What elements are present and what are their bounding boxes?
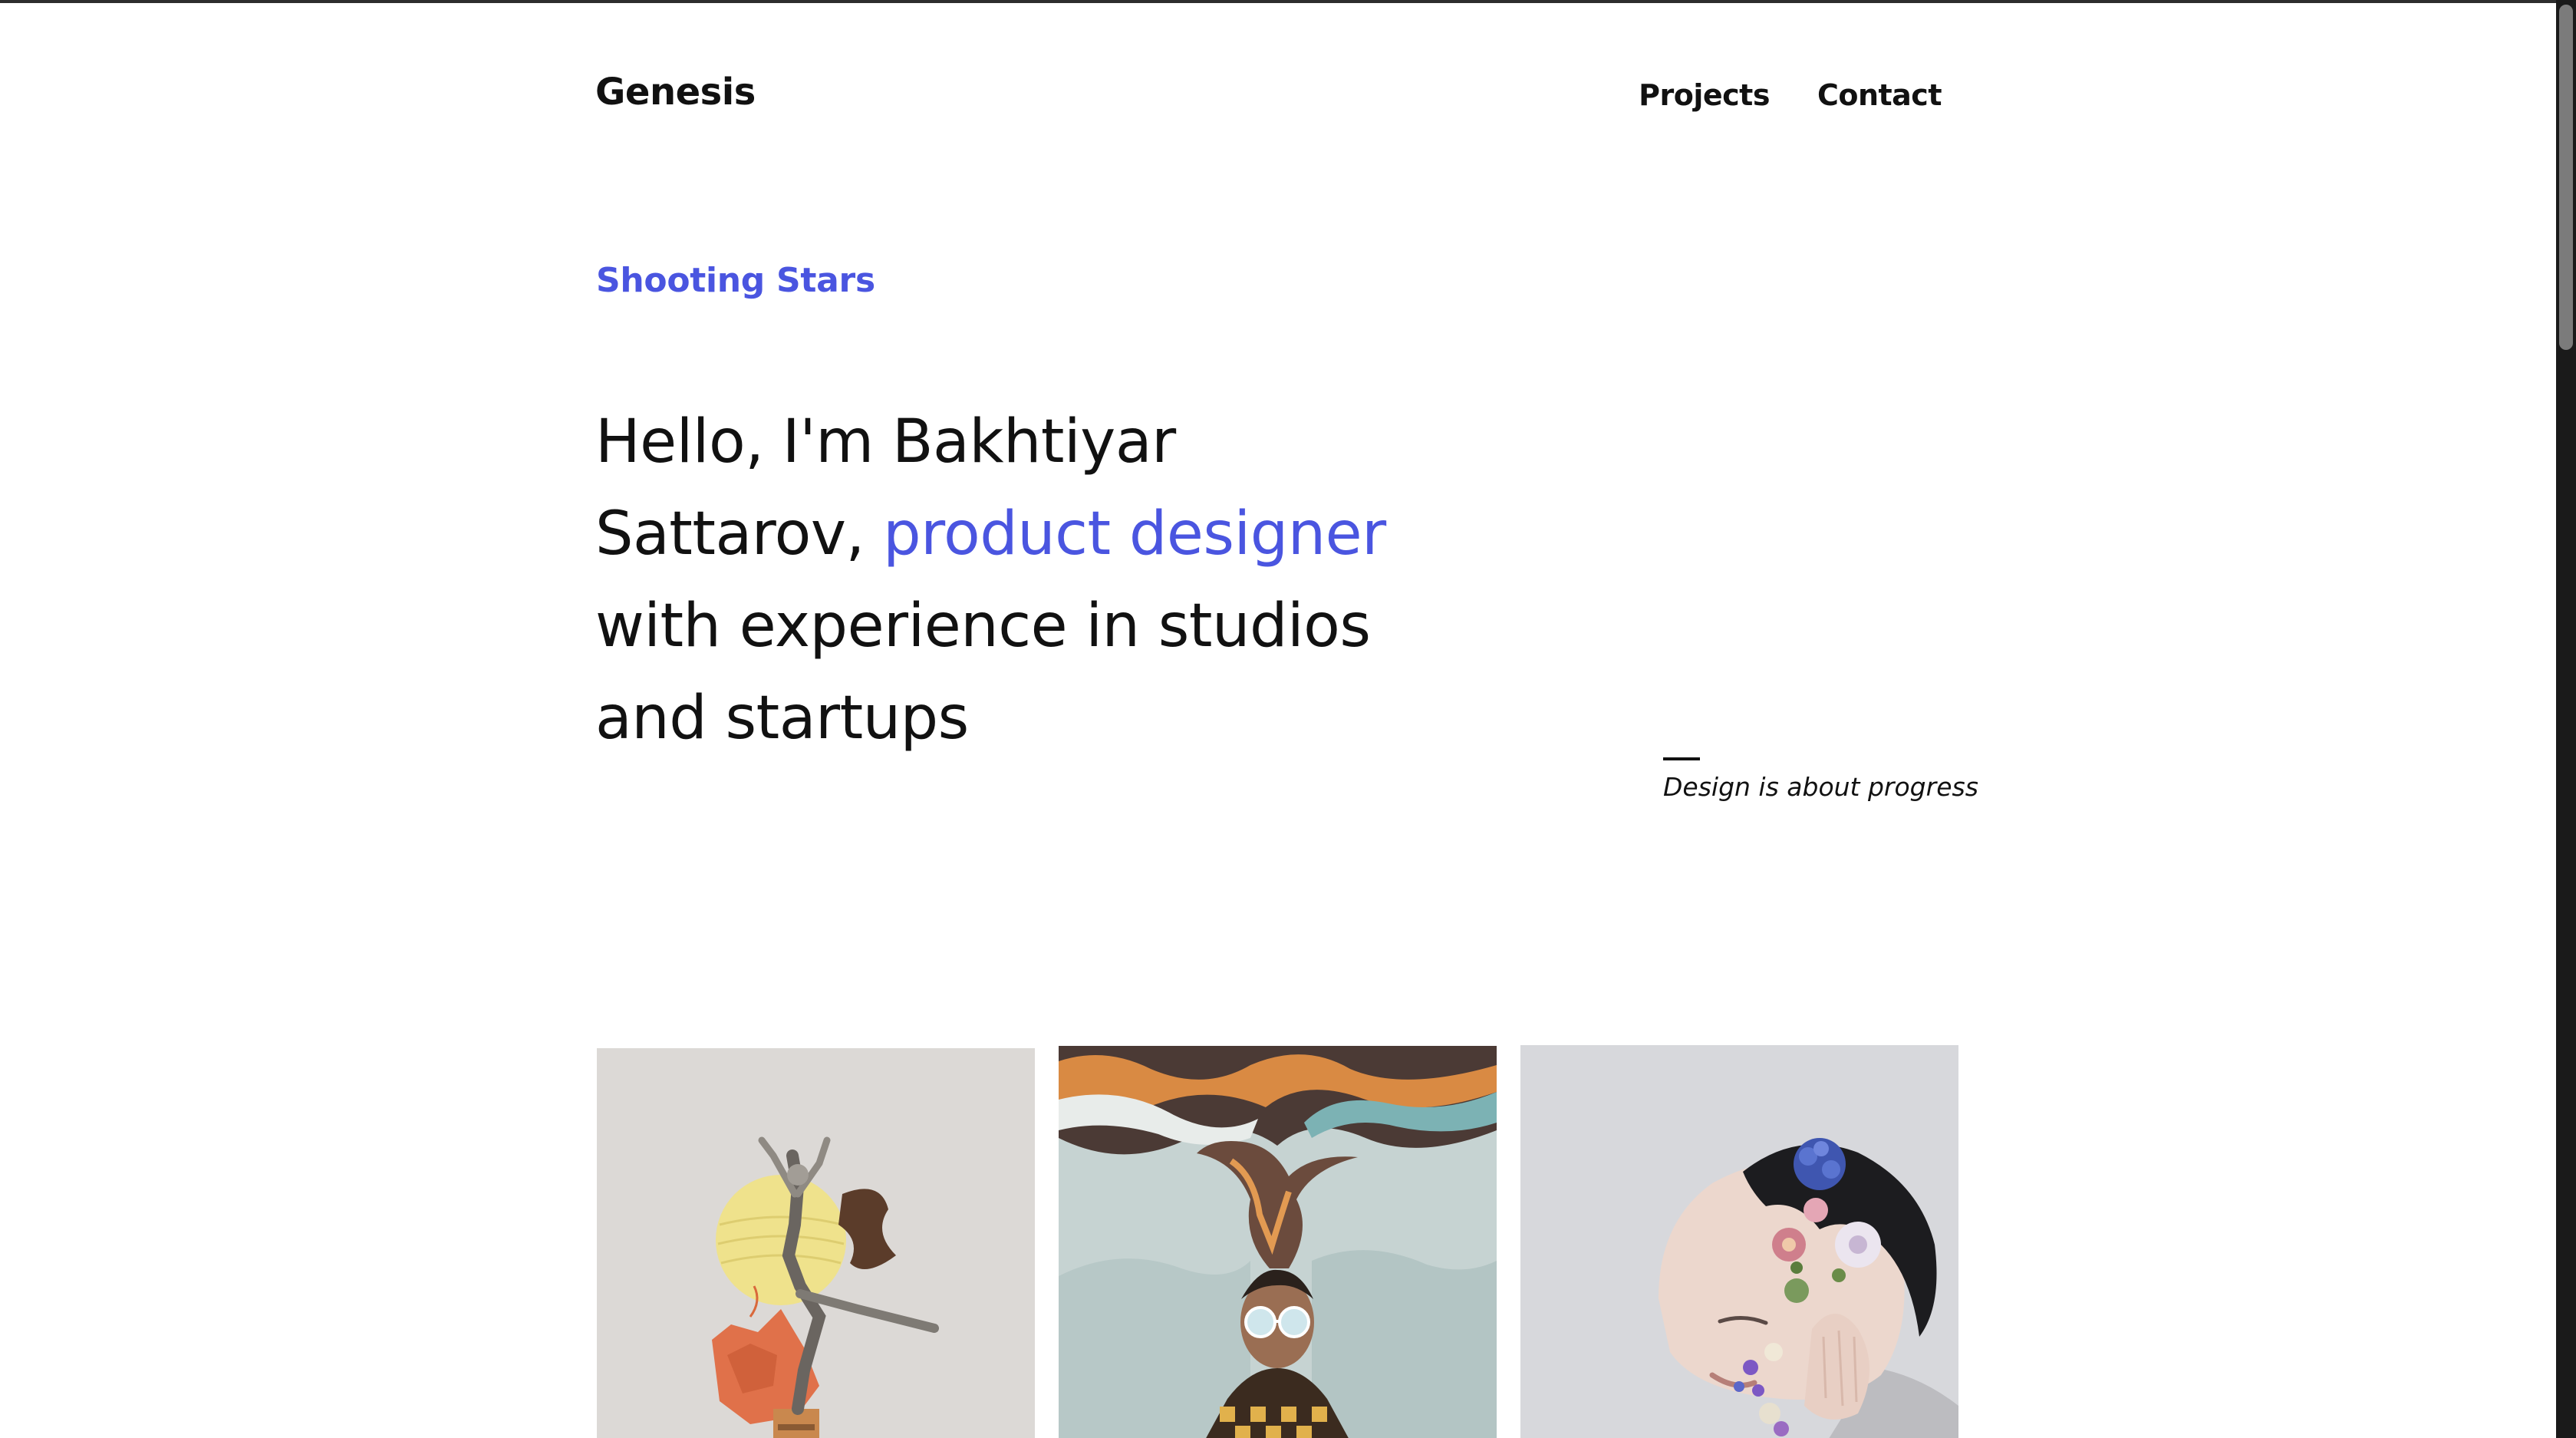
quote-text: Design is about progress [1663,772,1978,802]
smoke-head-illustration-image [1059,1046,1497,1438]
dancer-collage-image [597,1048,1035,1438]
hero-accent-text: product designer [883,500,1386,569]
site-logo[interactable]: Genesis [595,71,756,114]
hero-heading: Hello, I'm Bakhtiyar Sattarov, product d… [595,396,1408,764]
quote-divider [1663,757,1700,760]
project-tile-2[interactable] [1059,1046,1497,1438]
nav-projects-link[interactable]: Projects [1639,78,1770,112]
project-tile-3[interactable] [1520,1045,1958,1438]
main-nav: Projects Contact [1639,78,1942,112]
tagline: Shooting Stars [596,261,875,300]
hero-text-end: with experience in studios and startups [595,592,1371,753]
scrollbar-thumb[interactable] [2559,5,2573,350]
nav-contact-link[interactable]: Contact [1817,78,1942,112]
flower-face-portrait-image [1520,1045,1958,1438]
project-tile-1[interactable] [597,1048,1035,1438]
page: Genesis Projects Contact Shooting Stars … [0,3,2556,1438]
